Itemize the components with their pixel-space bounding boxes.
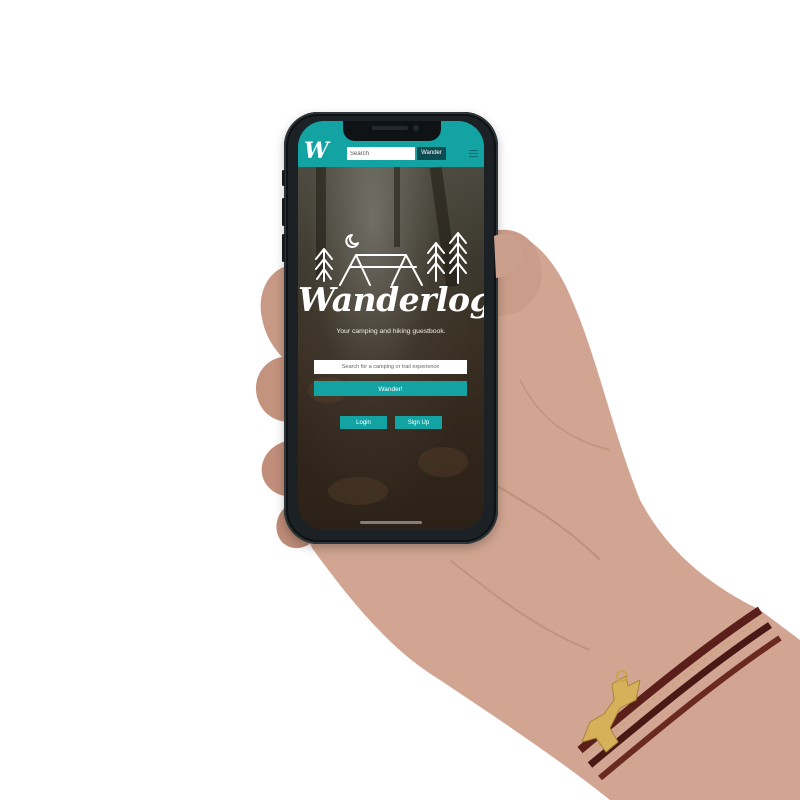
- header-search-input[interactable]: [347, 147, 415, 160]
- header-wander-button[interactable]: Wander: [417, 147, 446, 160]
- scene: W Wander: [0, 0, 800, 800]
- tagline: Your camping and hiking guestbook.: [336, 328, 446, 335]
- front-camera: [413, 125, 419, 131]
- phone-side-button: [282, 170, 285, 186]
- bg-foliage: [418, 447, 468, 477]
- phone-notch: [343, 121, 441, 141]
- experience-search-input[interactable]: [314, 360, 467, 374]
- signup-button[interactable]: Sign Up: [395, 416, 442, 429]
- brand-title: Wanderlog: [298, 280, 484, 319]
- home-indicator: [360, 521, 422, 524]
- hero-section: Wanderlog Your camping and hiking guestb…: [298, 166, 484, 530]
- hamburger-menu-icon[interactable]: [469, 150, 478, 158]
- camp-moon-trees-icon: [315, 232, 467, 286]
- speaker-grille: [372, 126, 408, 130]
- phone-screen: W Wander: [298, 121, 484, 530]
- login-button[interactable]: Login: [340, 416, 387, 429]
- phone-volume-up: [282, 198, 285, 226]
- w-script-logo-icon[interactable]: W: [304, 139, 329, 163]
- phone-volume-down: [282, 234, 285, 262]
- bg-foliage: [328, 477, 388, 505]
- wander-submit-button[interactable]: Wander!: [314, 381, 467, 396]
